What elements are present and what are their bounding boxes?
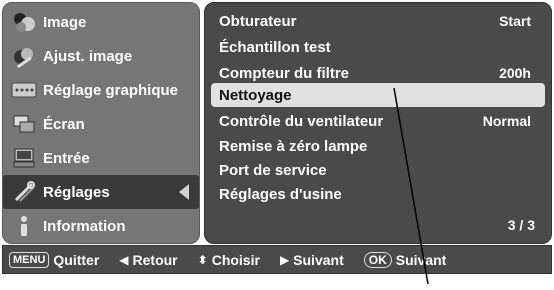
main-menu-panel: Image Ajust. image Réglage graphique Écr… <box>2 2 200 244</box>
info-icon <box>11 213 37 239</box>
display-icon <box>11 77 37 103</box>
image-adjust-icon <box>11 43 37 69</box>
projector-osd-menu: Image Ajust. image Réglage graphique Écr… <box>0 0 554 285</box>
hint-next: ▶ Suivant <box>279 251 344 268</box>
right-arrow-icon: ▶ <box>279 252 290 267</box>
menu-item-screen[interactable]: Écran <box>3 107 199 141</box>
menu-item-information[interactable]: Information <box>3 209 199 243</box>
settings-row-filter-counter[interactable]: Compteur du filtre 200h <box>211 61 545 85</box>
menu-key-icon: MENU <box>9 251 50 268</box>
menu-item-label: Écran <box>43 115 85 133</box>
screen-icon <box>11 111 37 137</box>
menu-item-label: Information <box>43 217 126 235</box>
menu-item-label: Réglages <box>43 183 110 201</box>
hint-choose: ⬍ Choisir <box>197 251 260 268</box>
ok-key-icon: OK <box>363 251 392 268</box>
tools-icon <box>11 179 37 205</box>
key-hint-bar: MENU Quitter ◀ Retour ⬍ Choisir ▶ Suivan… <box>2 245 552 274</box>
page-indicator: 3 / 3 <box>507 217 535 233</box>
menu-item-image-adjust[interactable]: Ajust. image <box>3 39 199 73</box>
menu-item-settings[interactable]: Réglages <box>3 175 199 209</box>
menu-item-label: Entrée <box>43 149 90 167</box>
up-down-arrow-icon: ⬍ <box>197 252 208 267</box>
left-arrow-icon: ◀ <box>119 252 129 267</box>
menu-item-input[interactable]: Entrée <box>3 141 199 175</box>
callout-pointer-line <box>393 87 429 285</box>
hint-back: ◀ Retour <box>119 251 178 268</box>
settings-row-lamp-reset[interactable]: Remise à zéro lampe <box>211 134 545 158</box>
settings-row-test-pattern[interactable]: Échantillon test <box>211 35 545 59</box>
menu-item-label: Ajust. image <box>43 47 133 65</box>
image-icon <box>11 9 37 35</box>
menu-item-image[interactable]: Image <box>3 5 199 39</box>
settings-submenu-panel: Obturateur Start Échantillon test Compte… <box>204 2 552 244</box>
menu-item-graphic-settings[interactable]: Réglage graphique <box>3 73 199 107</box>
settings-row-factory-defaults[interactable]: Réglages d'usine <box>211 182 545 206</box>
settings-row-shutter[interactable]: Obturateur Start <box>211 9 545 33</box>
hint-quit: MENU Quitter <box>3 251 99 268</box>
menu-item-label: Réglage graphique <box>43 81 179 99</box>
menu-item-label: Image <box>43 13 87 31</box>
input-icon <box>11 145 37 171</box>
selection-arrow-icon <box>179 184 189 200</box>
settings-row-cleaning[interactable]: Nettoyage <box>211 83 545 107</box>
settings-row-fan-control[interactable]: Contrôle du ventilateur Normal <box>211 109 545 133</box>
settings-row-service-port[interactable]: Port de service <box>211 158 545 182</box>
